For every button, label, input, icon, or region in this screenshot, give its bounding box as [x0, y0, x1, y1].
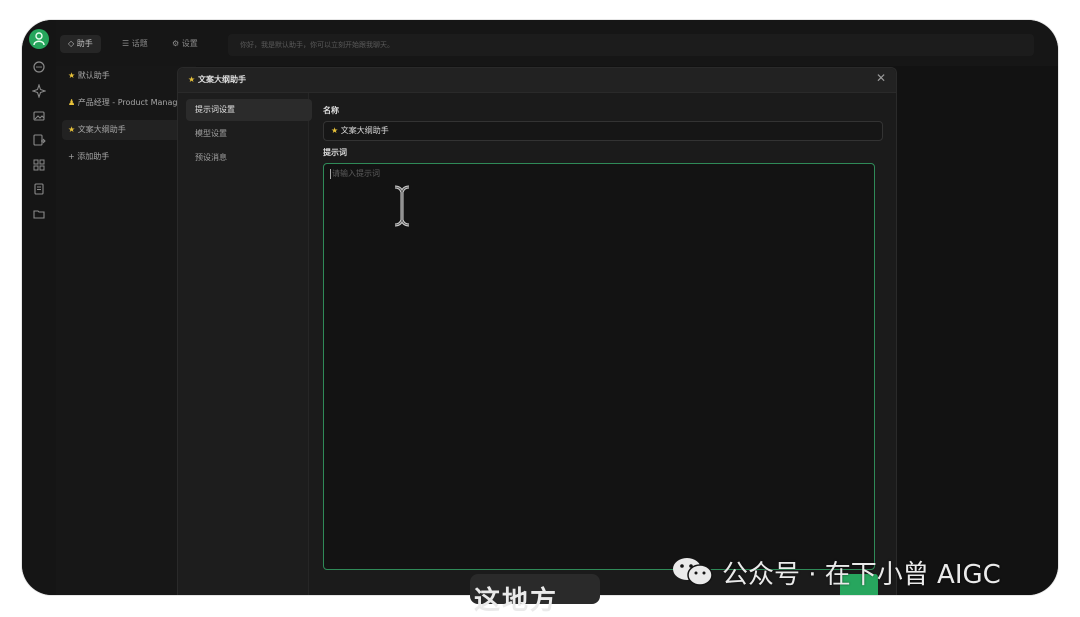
- apps-icon[interactable]: [32, 158, 46, 172]
- video-subtitle: 这地方: [474, 586, 559, 616]
- translate-icon[interactable]: [32, 133, 46, 147]
- wechat-icon: [673, 558, 713, 586]
- plus-icon: +: [68, 152, 75, 161]
- notes-icon[interactable]: [32, 182, 46, 196]
- assistant-label: 文案大纲助手: [77, 125, 126, 134]
- tab-prompt-settings[interactable]: 提示词设置: [186, 99, 312, 121]
- name-label: 名称: [323, 106, 339, 115]
- prompt-label: 提示词: [323, 148, 347, 157]
- dialog-header: ★ 文案大纲助手 ✕: [178, 68, 896, 93]
- dialog-title-text: 文案大纲助手: [197, 75, 246, 84]
- star-icon: ★: [331, 126, 339, 135]
- text-caret: [330, 169, 331, 179]
- prompt-placeholder: 请输入提示词: [332, 169, 380, 178]
- user-icon: [33, 32, 45, 45]
- assistant-label: 产品经理 - Product Manager: [77, 98, 186, 107]
- watermark-text: 公众号 · 在下小曾 AIGC: [722, 560, 1001, 590]
- top-bar: ◇ 助手 ☰ 话题 ⚙ 设置 你好，我是默认助手，你可以立刻开始跟我聊天。: [56, 20, 1058, 66]
- assistant-label: 添加助手: [77, 152, 110, 161]
- ibeam-cursor-icon: [394, 185, 410, 227]
- image-icon[interactable]: [32, 109, 46, 123]
- dialog-sidebar: 提示词设置 模型设置 预设消息: [178, 93, 312, 595]
- icon-rail: [22, 20, 56, 595]
- star-icon: ★: [68, 125, 76, 134]
- prompt-textarea[interactable]: 请输入提示词: [323, 163, 875, 570]
- assistant-list: ★ 默认助手 ♟ 产品经理 - Product Manager ★ 文案大纲助手…: [56, 66, 218, 595]
- chat-icon[interactable]: [32, 60, 46, 74]
- sparkle-icon[interactable]: [32, 84, 46, 98]
- name-value: 文案大纲助手: [340, 126, 389, 135]
- tab-model-settings[interactable]: 模型设置: [186, 123, 312, 145]
- star-icon: ★: [68, 71, 76, 80]
- app-window: ◇ 助手 ☰ 话题 ⚙ 设置 你好，我是默认助手，你可以立刻开始跟我聊天。 ★ …: [22, 20, 1058, 595]
- avatar[interactable]: [29, 29, 49, 49]
- assistant-label: 默认助手: [77, 71, 110, 80]
- folder-icon[interactable]: [32, 207, 46, 221]
- assistant-settings-dialog: ★ 文案大纲助手 ✕ 提示词设置 模型设置 预设消息 名称 ★ 文案大纲助手 提…: [177, 67, 897, 595]
- star-icon: ★: [188, 75, 196, 84]
- tab-assistants[interactable]: ◇ 助手: [60, 35, 101, 53]
- name-field[interactable]: ★ 文案大纲助手: [323, 121, 883, 141]
- tab-preset-messages[interactable]: 预设消息: [186, 147, 312, 169]
- tab-topics[interactable]: ☰ 话题: [114, 35, 156, 53]
- close-icon[interactable]: ✕: [876, 71, 886, 85]
- dialog-title: ★ 文案大纲助手: [188, 74, 246, 85]
- person-icon: ♟: [68, 98, 76, 107]
- chat-input-bar[interactable]: 你好，我是默认助手，你可以立刻开始跟我聊天。: [228, 34, 1034, 56]
- tab-settings[interactable]: ⚙ 设置: [164, 35, 206, 53]
